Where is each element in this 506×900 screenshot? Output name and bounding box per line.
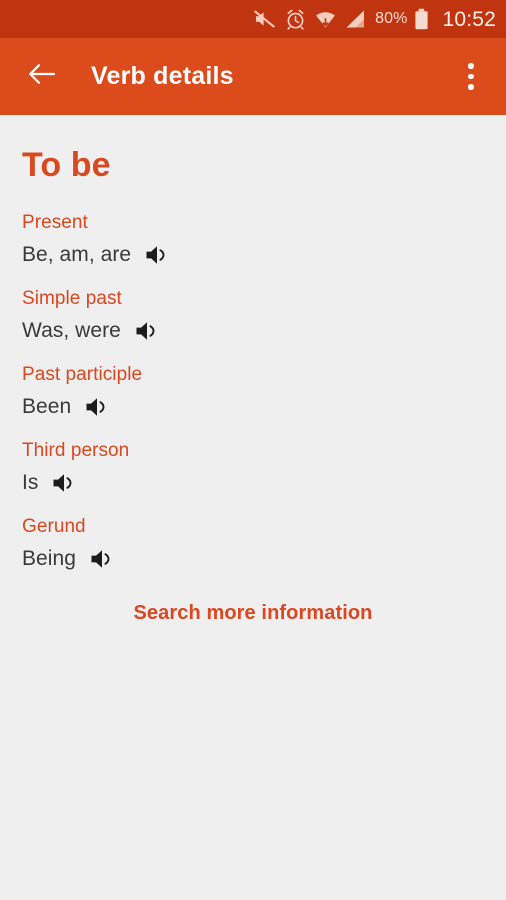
- section-value-row: Being: [22, 546, 484, 572]
- section-label: Present: [22, 212, 88, 234]
- conjugation-sections: Present Be, am, are Simple past Was, wer…: [22, 212, 484, 571]
- search-more-information-link[interactable]: Search more information: [133, 602, 372, 625]
- section-third-person: Third person Is: [22, 440, 484, 496]
- signal-bars-icon: [345, 9, 366, 29]
- app-bar: Verb details: [0, 38, 506, 115]
- status-bar: 80% 10:52: [0, 0, 506, 38]
- back-arrow-icon: [28, 62, 56, 91]
- overflow-dot: [468, 63, 474, 69]
- speaker-icon[interactable]: [89, 546, 115, 572]
- battery-icon: [414, 8, 429, 30]
- battery-percentage: 80%: [375, 10, 408, 27]
- section-value: Is: [22, 470, 39, 494]
- section-value-row: Been: [22, 394, 484, 420]
- overflow-dot: [468, 84, 474, 90]
- section-value-row: Was, were: [22, 318, 484, 344]
- verb-details-content: To be Present Be, am, are Simple past Wa…: [0, 115, 506, 900]
- section-value: Be, am, are: [22, 243, 132, 267]
- section-simple-past: Simple past Was, were: [22, 288, 484, 344]
- search-link-container: Search more information: [22, 602, 484, 625]
- page-title: Verb details: [91, 62, 234, 90]
- speaker-icon[interactable]: [84, 394, 110, 420]
- section-gerund: Gerund Being: [22, 516, 484, 572]
- section-label: Gerund: [22, 515, 86, 537]
- section-label: Simple past: [22, 288, 122, 310]
- back-button[interactable]: [22, 57, 62, 97]
- overflow-menu-icon[interactable]: [454, 54, 488, 100]
- verb-title: To be: [22, 146, 111, 184]
- section-value-row: Is: [22, 470, 484, 496]
- section-label: Third person: [22, 439, 130, 461]
- section-label: Past participle: [22, 364, 143, 386]
- alarm-clock-icon: [285, 9, 306, 30]
- speaker-icon[interactable]: [134, 318, 160, 344]
- speaker-icon[interactable]: [51, 470, 77, 496]
- wifi-download-icon: [315, 9, 336, 29]
- mute-icon: [254, 9, 276, 29]
- section-present: Present Be, am, are: [22, 212, 484, 268]
- section-value-row: Be, am, are: [22, 242, 484, 268]
- section-past-participle: Past participle Been: [22, 364, 484, 420]
- section-value: Was, were: [22, 319, 121, 342]
- overflow-dot: [468, 73, 474, 80]
- status-time: 10:52: [442, 7, 496, 31]
- speaker-icon[interactable]: [144, 242, 170, 268]
- section-value: Been: [22, 394, 72, 418]
- section-value: Being: [22, 546, 76, 570]
